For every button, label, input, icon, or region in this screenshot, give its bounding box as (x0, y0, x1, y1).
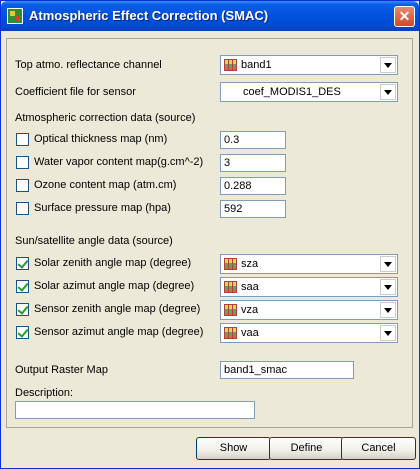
ozone-label: Ozone content map (atm.cm) (34, 179, 177, 191)
solar-zenith-checkbox[interactable] (16, 257, 29, 270)
app-icon (7, 8, 23, 24)
chevron-down-icon[interactable] (380, 279, 396, 295)
define-button[interactable]: Define (269, 437, 344, 460)
show-button[interactable]: Show (196, 437, 271, 460)
description-label: Description: (15, 387, 74, 399)
title-bar[interactable]: Atmospheric Effect Correction (SMAC) ✕ (1, 1, 419, 31)
ozone-checkbox[interactable] (16, 179, 29, 192)
chevron-down-icon[interactable] (380, 84, 396, 100)
optical-thickness-label: Optical thickness map (nm) (34, 133, 168, 145)
raster-map-icon (224, 258, 237, 270)
close-button[interactable]: ✕ (394, 6, 415, 27)
surface-pressure-input[interactable]: 592 (220, 200, 286, 218)
sensor-azimut-value: vaa (241, 327, 259, 339)
atm-section-title: Atmospheric correction data (source) (15, 112, 196, 124)
raster-map-icon (224, 304, 237, 316)
sensor-zenith-value: vza (241, 304, 259, 316)
solar-azimut-label: Solar azimut angle map (degree) (34, 280, 195, 292)
water-vapor-label: Water vapor content map(g.cm^-2) (34, 156, 204, 168)
cancel-button[interactable]: Cancel (341, 437, 416, 460)
dialog-window: Atmospheric Effect Correction (SMAC) ✕ T… (0, 0, 420, 469)
raster-map-icon (224, 59, 237, 71)
surface-pressure-label: Surface pressure map (hpa) (34, 202, 171, 214)
coef-file-select[interactable]: coef_MODIS1_DES (220, 82, 398, 102)
solar-azimut-checkbox[interactable] (16, 280, 29, 293)
sensor-azimut-select[interactable]: vaa (220, 323, 398, 343)
toa-label: Top atmo. reflectance channel (15, 59, 162, 71)
chevron-down-icon[interactable] (380, 256, 396, 272)
coef-file-value: coef_MODIS1_DES (243, 86, 341, 98)
raster-map-icon (224, 281, 237, 293)
optical-thickness-input[interactable]: 0.3 (220, 131, 286, 149)
water-vapor-input[interactable]: 3 (220, 154, 286, 172)
window-title: Atmospheric Effect Correction (SMAC) (29, 8, 269, 23)
solar-zenith-label: Solar zenith angle map (degree) (34, 257, 192, 269)
sensor-zenith-label: Sensor zenith angle map (degree) (34, 303, 201, 315)
optical-thickness-checkbox[interactable] (16, 133, 29, 146)
coef-label: Coefficient file for sensor (15, 86, 136, 98)
sensor-zenith-select[interactable]: vza (220, 300, 398, 320)
description-input[interactable] (15, 401, 255, 419)
chevron-down-icon[interactable] (380, 302, 396, 318)
chevron-down-icon[interactable] (380, 57, 396, 73)
sensor-azimut-checkbox[interactable] (16, 326, 29, 339)
angle-section-title: Sun/satellite angle data (source) (15, 235, 173, 247)
solar-zenith-value: sza (241, 258, 259, 270)
sensor-azimut-label: Sensor azimut angle map (degree) (34, 326, 204, 338)
water-vapor-checkbox[interactable] (16, 156, 29, 169)
solar-zenith-select[interactable]: sza (220, 254, 398, 274)
output-label: Output Raster Map (15, 364, 108, 376)
chevron-down-icon[interactable] (380, 325, 396, 341)
solar-azimut-value: saa (241, 281, 259, 293)
solar-azimut-select[interactable]: saa (220, 277, 398, 297)
toa-channel-value: band1 (241, 59, 272, 71)
output-map-input[interactable]: band1_smac (220, 361, 354, 379)
ozone-input[interactable]: 0.288 (220, 177, 286, 195)
surface-pressure-checkbox[interactable] (16, 202, 29, 215)
raster-map-icon (224, 327, 237, 339)
toa-channel-select[interactable]: band1 (220, 55, 398, 75)
sensor-zenith-checkbox[interactable] (16, 303, 29, 316)
